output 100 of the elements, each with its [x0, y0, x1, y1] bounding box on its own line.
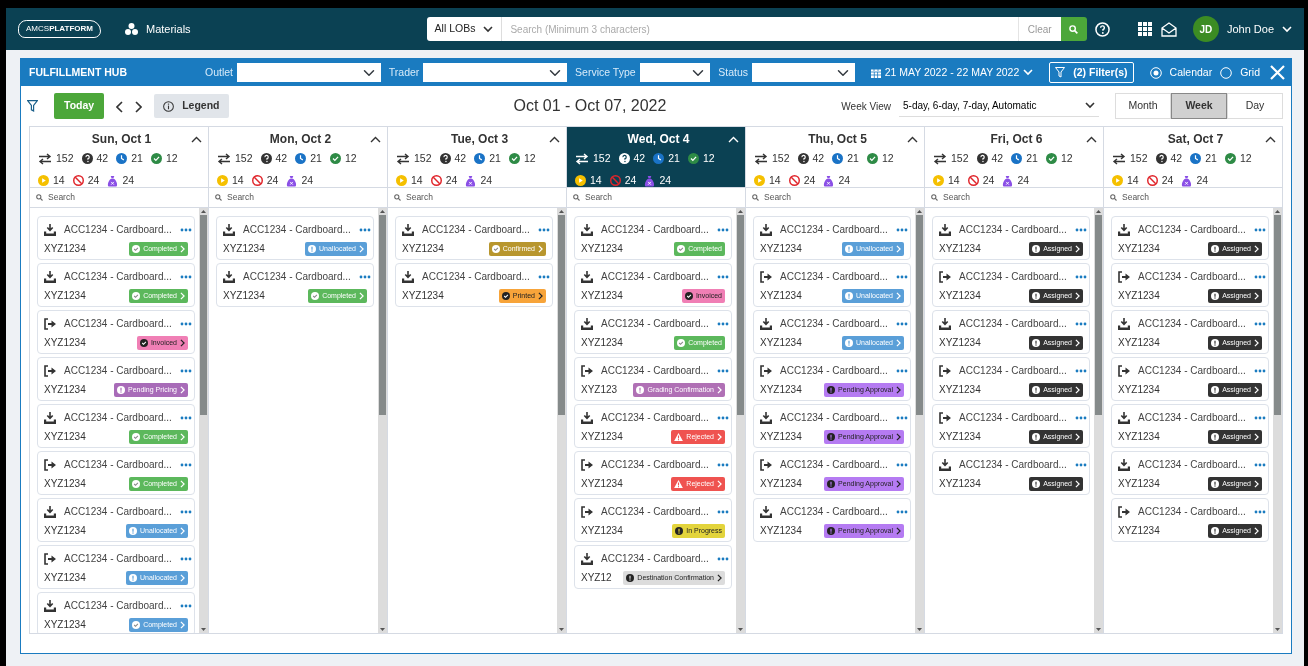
scrollbar[interactable] — [736, 208, 745, 633]
collapse-icon[interactable] — [1265, 135, 1276, 143]
more-icon[interactable] — [716, 509, 729, 514]
scroll-down-icon[interactable] — [916, 627, 923, 633]
search-field[interactable]: Search — [401, 191, 560, 204]
search-field[interactable]: Search — [580, 191, 739, 204]
more-icon[interactable] — [716, 368, 729, 373]
scroll-down-icon[interactable] — [1274, 627, 1281, 633]
search-field[interactable]: Search — [43, 191, 202, 204]
more-icon[interactable] — [716, 274, 729, 279]
search-field[interactable]: Search — [759, 191, 918, 204]
more-icon[interactable] — [1253, 368, 1266, 373]
more-icon[interactable] — [179, 321, 192, 326]
more-icon[interactable] — [358, 227, 371, 232]
apps-grid-icon[interactable] — [1137, 22, 1152, 36]
collapse-icon[interactable] — [907, 135, 918, 143]
collapse-icon[interactable] — [549, 135, 560, 143]
more-icon[interactable] — [895, 462, 908, 467]
more-icon[interactable] — [1253, 274, 1266, 279]
filters-button[interactable]: (2) Filter(s) — [1049, 61, 1134, 84]
collapse-icon[interactable] — [370, 135, 381, 143]
inbox-download-icon — [581, 270, 593, 283]
more-icon[interactable] — [179, 415, 192, 420]
chevron-icon — [896, 432, 901, 441]
more-icon[interactable] — [1253, 415, 1266, 420]
scrollbar[interactable] — [557, 208, 566, 633]
more-icon[interactable] — [895, 227, 908, 232]
lob-dropdown[interactable]: All LOBs — [426, 17, 503, 41]
scroll-down-icon[interactable] — [558, 627, 565, 633]
more-icon[interactable] — [1253, 321, 1266, 326]
more-icon[interactable] — [1074, 274, 1087, 279]
inbox-download-icon — [223, 223, 235, 236]
search-field[interactable]: Search (Minimum 3 characters) — [502, 17, 1018, 41]
more-icon[interactable] — [1253, 462, 1266, 467]
view-radio[interactable]: Grid — [1220, 64, 1260, 81]
more-icon[interactable] — [1074, 227, 1087, 232]
more-icon[interactable] — [537, 274, 550, 279]
more-icon[interactable] — [716, 556, 729, 561]
mail-open-icon[interactable] — [1160, 21, 1177, 37]
more-icon[interactable] — [179, 227, 192, 232]
search-field[interactable]: Search — [1117, 191, 1276, 204]
more-icon[interactable] — [179, 603, 192, 608]
count-value: 14 — [53, 172, 65, 188]
transfer-icon — [38, 152, 52, 165]
more-icon[interactable] — [1253, 227, 1266, 232]
view-mode-tab[interactable]: Week — [1171, 93, 1227, 119]
more-icon[interactable] — [1074, 462, 1087, 467]
view-radio[interactable]: Calendar — [1149, 64, 1213, 81]
more-icon[interactable] — [179, 509, 192, 514]
more-icon[interactable] — [537, 227, 550, 232]
more-icon[interactable] — [716, 462, 729, 467]
scrollbar[interactable] — [1273, 208, 1282, 633]
scroll-down-icon[interactable] — [737, 627, 744, 633]
more-icon[interactable] — [895, 321, 908, 326]
more-icon[interactable] — [358, 274, 371, 279]
scroll-down-icon[interactable] — [200, 627, 207, 633]
more-icon[interactable] — [716, 321, 729, 326]
search-field[interactable]: Search — [222, 191, 381, 204]
date-range-button[interactable]: 21 MAY 2022 - 22 MAY 2022 — [870, 64, 1034, 81]
collapse-icon[interactable] — [191, 135, 202, 143]
filter-dropdown[interactable] — [639, 63, 711, 82]
user-avatar[interactable]: JD — [1192, 16, 1219, 42]
more-icon[interactable] — [179, 368, 192, 373]
close-icon[interactable] — [1270, 65, 1285, 80]
view-mode-tab[interactable]: Month — [1115, 93, 1171, 119]
materials-link[interactable]: Materials — [124, 20, 191, 38]
more-icon[interactable] — [895, 368, 908, 373]
scrollbar[interactable] — [199, 208, 208, 633]
more-icon[interactable] — [1074, 321, 1087, 326]
order-title: ACC1234 - Cardboard... — [959, 317, 1067, 331]
scrollbar[interactable] — [915, 208, 924, 633]
more-icon[interactable] — [179, 556, 192, 561]
order-title: ACC1234 - Cardboard... — [780, 364, 888, 378]
view-mode-tab[interactable]: Day — [1227, 93, 1283, 119]
legend-button[interactable]: Legend — [154, 94, 229, 118]
search-button[interactable] — [1060, 17, 1087, 41]
scrollbar[interactable] — [378, 208, 387, 633]
scroll-down-icon[interactable] — [1095, 627, 1102, 633]
order-title: ACC1234 - Cardboard... — [601, 364, 709, 378]
filter-icon[interactable] — [27, 100, 38, 112]
search-field[interactable]: Search — [938, 191, 1097, 204]
scroll-down-icon[interactable] — [379, 627, 386, 633]
more-icon[interactable] — [895, 274, 908, 279]
help-icon[interactable] — [1094, 21, 1110, 37]
day-label: Fri, Oct 6 — [989, 131, 1044, 148]
more-icon[interactable] — [179, 274, 192, 279]
exit-arrow-icon — [939, 270, 951, 283]
search-icon — [215, 194, 222, 201]
more-icon[interactable] — [716, 415, 729, 420]
more-icon[interactable] — [716, 227, 729, 232]
order-reference: XYZ1234 — [223, 242, 265, 256]
more-icon[interactable] — [1074, 415, 1087, 420]
more-icon[interactable] — [895, 415, 908, 420]
more-icon[interactable] — [1074, 368, 1087, 373]
scrollbar[interactable] — [1094, 208, 1103, 633]
collapse-icon[interactable] — [1086, 135, 1097, 143]
more-icon[interactable] — [895, 509, 908, 514]
more-icon[interactable] — [1253, 509, 1266, 514]
user-name[interactable]: John Doe — [1226, 20, 1274, 38]
more-icon[interactable] — [179, 462, 192, 467]
